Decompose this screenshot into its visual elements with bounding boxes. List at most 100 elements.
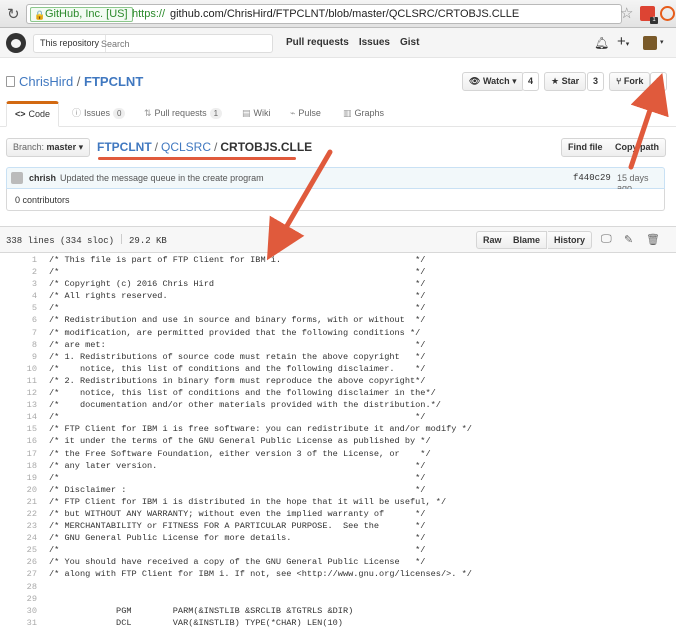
line-number[interactable]: 27 <box>0 568 37 580</box>
code-line: 2 /* */ <box>0 266 676 278</box>
line-number[interactable]: 16 <box>0 435 37 447</box>
pencil-icon[interactable]: ✎ <box>624 233 633 246</box>
breadcrumb: FTPCLNT / QCLSRC / CRTOBJS.CLLE <box>97 140 313 154</box>
fork-count[interactable]: 1 <box>650 72 668 91</box>
repo-owner-link[interactable]: ChrisHird <box>19 74 73 89</box>
code-line: 5 /* */ <box>0 302 676 314</box>
nav-issues[interactable]: Issues <box>359 37 390 48</box>
line-content: /* */ <box>49 472 426 483</box>
blame-button[interactable]: Blame <box>507 231 548 249</box>
notifications-bell-icon[interactable]: 🔔︎ <box>594 36 609 50</box>
copy-path-button[interactable]: Copy path <box>609 138 666 157</box>
url-scheme: https:// <box>132 8 166 20</box>
line-number[interactable]: 25 <box>0 544 37 556</box>
contributors-count[interactable]: 0 contributors <box>6 189 665 211</box>
reload-icon[interactable]: ↻ <box>7 5 20 23</box>
line-number[interactable]: 4 <box>0 290 37 302</box>
line-number[interactable]: 28 <box>0 581 37 593</box>
header-nav: Pull requests Issues Gist <box>286 37 419 48</box>
create-new-plus-icon[interactable]: +▾ <box>617 33 629 50</box>
commit-sha[interactable]: f440c29 <box>573 173 611 183</box>
raw-button[interactable]: Raw <box>476 231 509 249</box>
code-line: 18 /* any later version. */ <box>0 460 676 472</box>
line-number[interactable]: 13 <box>0 399 37 411</box>
watch-button[interactable]: 👁︎ Watch ▾ <box>462 72 524 91</box>
search-box[interactable]: This repository <box>33 34 273 53</box>
tab-code[interactable]: <> Code <box>6 101 60 127</box>
commit-message[interactable]: Updated the message queue in the create … <box>60 173 264 183</box>
line-number[interactable]: 26 <box>0 556 37 568</box>
line-number[interactable]: 1 <box>0 254 37 266</box>
line-number[interactable]: 6 <box>0 314 37 326</box>
tab-issues[interactable]: ⓘ Issues 0 <box>64 101 133 127</box>
code-line: 20 /* Disclaimer : */ <box>0 484 676 496</box>
line-number[interactable]: 5 <box>0 302 37 314</box>
line-content: /* any later version. */ <box>49 460 426 471</box>
github-logo-icon[interactable] <box>6 33 26 53</box>
line-number[interactable]: 24 <box>0 532 37 544</box>
tab-wiki[interactable]: ▤ Wiki <box>234 101 279 127</box>
search-input[interactable] <box>101 36 269 51</box>
avatar[interactable] <box>11 172 23 184</box>
line-number[interactable]: 11 <box>0 375 37 387</box>
commit-author[interactable]: chrish <box>29 173 56 183</box>
line-content: /* are met: */ <box>49 339 426 350</box>
ev-certificate-badge[interactable]: 🔒 GitHub, Inc. [US] <box>30 7 133 22</box>
code-line: 16 /* it under the terms of the GNU Gener… <box>0 435 676 447</box>
bookmark-star-icon[interactable]: ☆ <box>620 4 633 22</box>
annotation-underline <box>98 157 296 160</box>
line-number[interactable]: 22 <box>0 508 37 520</box>
code-line: 11 /* 2. Redistributions in binary form m… <box>0 375 676 387</box>
nav-pull-requests[interactable]: Pull requests <box>286 37 349 48</box>
chevron-down-icon[interactable]: ▾ <box>660 38 664 46</box>
history-button[interactable]: History <box>548 231 593 249</box>
line-number[interactable]: 29 <box>0 593 37 605</box>
line-number[interactable]: 12 <box>0 387 37 399</box>
line-content: /* 2. Redistributions in binary form mus… <box>49 375 426 386</box>
address-bar[interactable]: 🔒 GitHub, Inc. [US] https:// github.com/C… <box>26 4 622 24</box>
code-line: 27 /* along with FTP Client for IBM i. If… <box>0 568 676 580</box>
line-number[interactable]: 8 <box>0 339 37 351</box>
code-line: 25 /* */ <box>0 544 676 556</box>
code-line: 19 /* */ <box>0 472 676 484</box>
line-number[interactable]: 14 <box>0 411 37 423</box>
line-number[interactable]: 20 <box>0 484 37 496</box>
repo-name-link[interactable]: FTPCLNT <box>84 74 143 89</box>
tab-graphs[interactable]: ▥ Graphs <box>335 101 392 127</box>
search-scope-label: This repository <box>34 35 107 52</box>
code-line: 21 /* FTP Client for IBM i is distributed… <box>0 496 676 508</box>
trash-icon[interactable]: 🗑︎ <box>646 233 660 246</box>
line-number[interactable]: 10 <box>0 363 37 375</box>
line-number[interactable]: 2 <box>0 266 37 278</box>
avatar[interactable] <box>643 36 657 50</box>
tab-pull-requests[interactable]: ⇅ Pull requests 1 <box>136 101 230 127</box>
line-number[interactable]: 7 <box>0 327 37 339</box>
star-button[interactable]: ★ Star <box>544 72 587 91</box>
breadcrumb-dir[interactable]: QCLSRC <box>161 140 211 154</box>
line-number[interactable]: 18 <box>0 460 37 472</box>
find-file-button[interactable]: Find file <box>561 138 610 157</box>
tab-pulse[interactable]: ⌁ Pulse <box>282 101 329 127</box>
star-count[interactable]: 3 <box>587 72 605 91</box>
file-viewer: 338 lines (334 sloc) 29.2 KB Raw Blame Hi… <box>0 226 676 629</box>
repo-icon <box>6 76 15 87</box>
breadcrumb-repo[interactable]: FTPCLNT <box>97 140 152 154</box>
fork-button[interactable]: ⑂ Fork <box>609 72 651 91</box>
line-content: /* the Free Software Foundation, either … <box>49 448 431 459</box>
line-number[interactable]: 21 <box>0 496 37 508</box>
line-number[interactable]: 3 <box>0 278 37 290</box>
line-number[interactable]: 30 <box>0 605 37 617</box>
extension-icon-2[interactable] <box>660 6 675 21</box>
nav-gist[interactable]: Gist <box>400 37 419 48</box>
line-number[interactable]: 23 <box>0 520 37 532</box>
line-number[interactable]: 15 <box>0 423 37 435</box>
extension-icon[interactable]: 1 <box>640 6 658 24</box>
line-number[interactable]: 17 <box>0 448 37 460</box>
desktop-icon[interactable]: 🖵 <box>601 233 612 246</box>
branch-selector[interactable]: Branch: master ▾ <box>6 138 91 157</box>
watch-count[interactable]: 4 <box>522 72 540 91</box>
line-number[interactable]: 19 <box>0 472 37 484</box>
line-number[interactable]: 9 <box>0 351 37 363</box>
lock-icon: 🔒 <box>34 10 46 20</box>
line-number[interactable]: 31 <box>0 617 37 629</box>
